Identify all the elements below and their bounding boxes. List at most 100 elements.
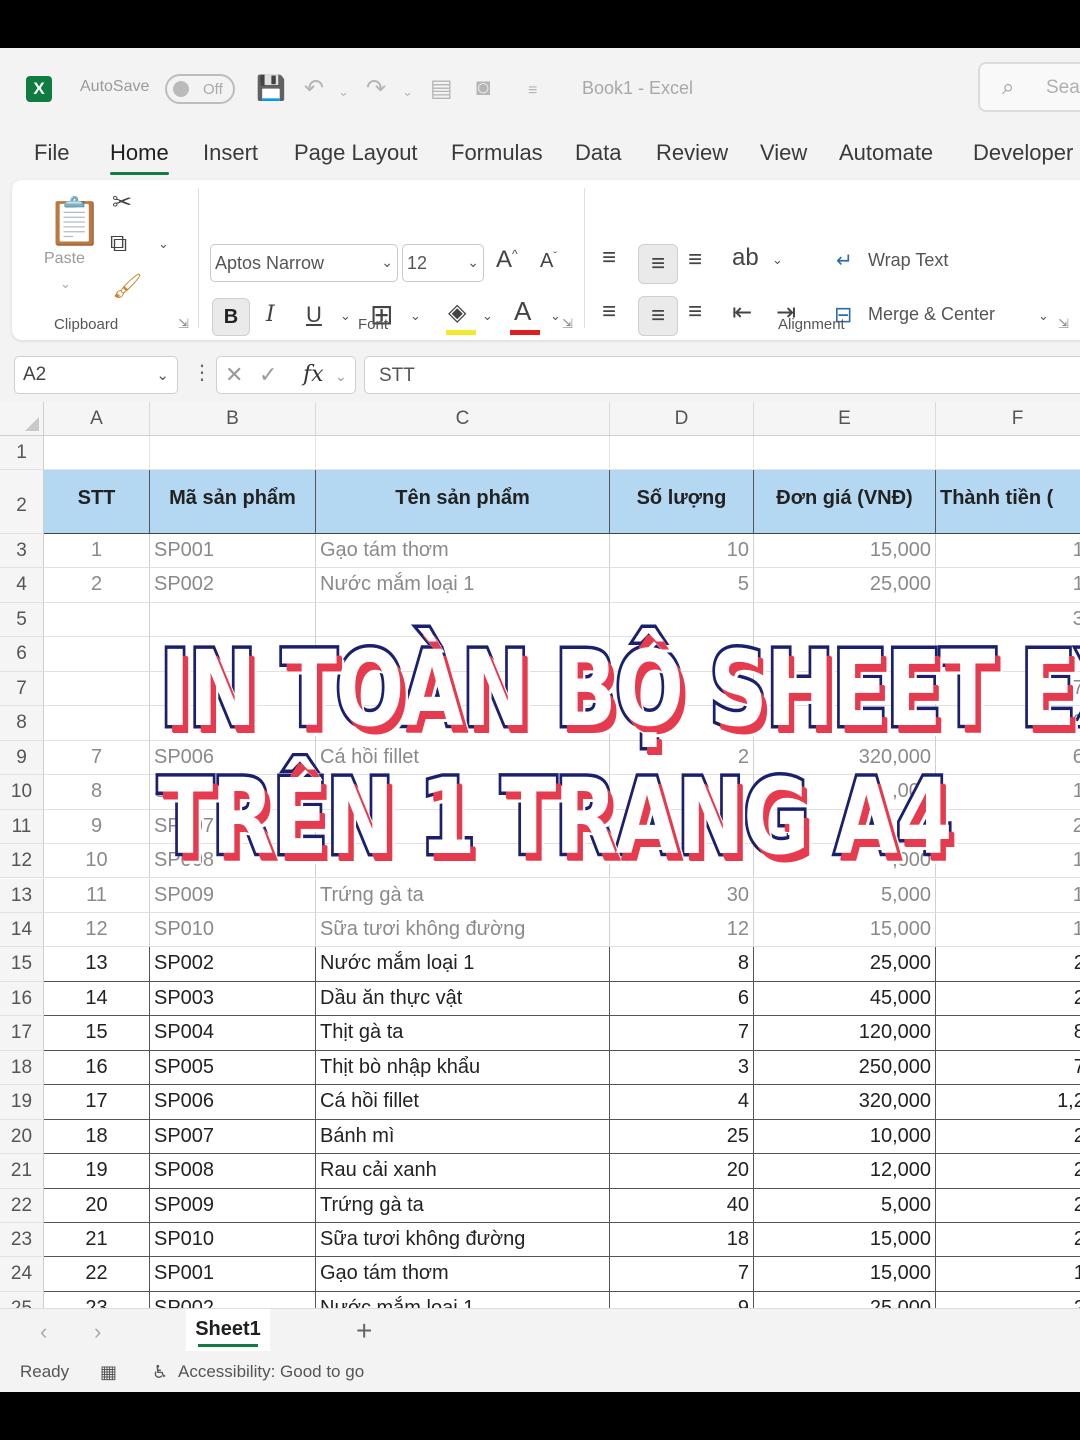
tab-automate[interactable]: Automate <box>839 140 933 166</box>
row-header[interactable]: 20 <box>0 1119 44 1155</box>
align-left-icon[interactable]: ≡ <box>602 298 616 326</box>
cell-product-name[interactable] <box>316 671 610 707</box>
row-header[interactable]: 14 <box>0 912 44 948</box>
cell-product-name[interactable] <box>316 775 610 810</box>
align-right-icon[interactable]: ≡ <box>688 298 702 326</box>
cell-quantity[interactable] <box>610 775 754 810</box>
cell-product-code[interactable]: SP003 <box>150 981 316 1017</box>
row-header[interactable]: 5 <box>0 602 44 638</box>
cell-total[interactable]: 10 <box>936 775 1080 810</box>
cell-stt[interactable] <box>44 706 150 741</box>
tab-page-layout[interactable]: Page Layout <box>294 140 418 166</box>
cell-total[interactable]: 20 <box>936 1189 1080 1223</box>
enter-icon[interactable]: ✓ <box>259 362 277 388</box>
cell-total[interactable]: 15 <box>936 879 1080 913</box>
cell-stt[interactable]: 19 <box>44 1154 150 1189</box>
empty-cell[interactable] <box>936 436 1080 470</box>
cell-product-code[interactable]: SP001 <box>150 1257 316 1292</box>
cell-product-code[interactable]: SP007 <box>150 1119 316 1155</box>
header-cell-product-code[interactable]: Mã sản phẩm <box>150 470 316 534</box>
align-center-icon[interactable]: ≡ <box>638 296 678 336</box>
copy-icon[interactable]: ⧉ <box>110 230 127 258</box>
tab-developer[interactable]: Developer <box>973 140 1073 166</box>
tab-insert[interactable]: Insert <box>203 140 258 166</box>
status-accessibility[interactable]: Accessibility: Good to go <box>178 1362 364 1382</box>
cell-unit-price[interactable]: 5,000 <box>754 1188 936 1223</box>
sheet-tab-sheet1[interactable]: Sheet1 <box>186 1309 270 1351</box>
row-header[interactable]: 22 <box>0 1188 44 1223</box>
borders-dropdown-icon[interactable]: ⌄ <box>410 308 421 324</box>
cell-total[interactable]: 18 <box>936 913 1080 948</box>
cell-stt[interactable] <box>44 602 150 638</box>
header-cell-total[interactable]: Thành tiền ( <box>936 470 1080 534</box>
increase-font-icon[interactable]: A^ <box>496 246 518 274</box>
tab-formulas[interactable]: Formulas <box>451 140 543 166</box>
cell-product-name[interactable]: Trứng gà ta <box>316 1188 610 1223</box>
row-header[interactable]: 7 <box>0 671 44 707</box>
cell-unit-price[interactable]: 25,000 <box>754 1291 936 1308</box>
chevron-right-icon[interactable]: › <box>94 1319 101 1345</box>
cell-quantity[interactable]: 8 <box>610 947 754 982</box>
row-header[interactable]: 8 <box>0 706 44 741</box>
cell-total[interactable]: 75 <box>936 1051 1080 1086</box>
camera-icon[interactable]: ◙ <box>476 74 491 102</box>
alignment-launcher-icon[interactable]: ⇲ <box>1058 316 1069 332</box>
row-header[interactable]: 18 <box>0 1050 44 1086</box>
row-header[interactable]: 9 <box>0 740 44 776</box>
cell-stt[interactable]: 22 <box>44 1257 150 1292</box>
worksheet-grid[interactable]: A B C D E F 1 2 3 4 5 6 7 8 9 10 11 12 13 14 15 16 17 18 19 20 21 2… <box>0 402 1080 1308</box>
copy-dropdown-icon[interactable]: ⌄ <box>158 236 169 252</box>
cell-stt[interactable]: 16 <box>44 1050 150 1086</box>
tab-review[interactable]: Review <box>656 140 728 166</box>
column-header-e[interactable]: E <box>754 402 936 436</box>
cell-product-name[interactable]: Thịt gà ta <box>316 1016 610 1051</box>
empty-cell[interactable] <box>44 436 150 470</box>
cell-product-code[interactable]: SP010 <box>150 1223 316 1258</box>
align-bottom-icon[interactable]: ≡ <box>688 246 702 274</box>
row-header[interactable]: 4 <box>0 568 44 603</box>
cut-icon[interactable]: ✂ <box>112 188 132 217</box>
cell-stt[interactable]: 12 <box>44 912 150 948</box>
cell-product-code[interactable] <box>150 637 316 672</box>
font-launcher-icon[interactable]: ⇲ <box>562 316 573 332</box>
cell-stt[interactable]: 17 <box>44 1085 150 1120</box>
cell-unit-price[interactable]: 320,000 <box>754 1085 936 1120</box>
align-top-icon[interactable]: ≡ <box>602 244 616 272</box>
tab-home[interactable]: Home <box>110 140 169 175</box>
cell-stt[interactable] <box>44 671 150 707</box>
cell-quantity[interactable]: 3 <box>610 1050 754 1086</box>
row-header[interactable]: 23 <box>0 1223 44 1258</box>
cell-stt[interactable]: 8 <box>44 775 150 810</box>
undo-icon[interactable]: ↶ <box>304 74 324 103</box>
cell-product-name[interactable]: Nước mắm loại 1 <box>316 568 610 603</box>
cell-quantity[interactable]: 9 <box>610 1291 754 1308</box>
decrease-font-icon[interactable]: Aˇ <box>540 250 557 273</box>
cell-unit-price[interactable]: 12,000 <box>754 1154 936 1189</box>
row-header[interactable]: 15 <box>0 947 44 982</box>
cell-product-name[interactable] <box>316 637 610 672</box>
tab-view[interactable]: View <box>760 140 807 166</box>
cell-total[interactable]: 18 <box>936 844 1080 879</box>
cell-total[interactable]: 20 <box>936 810 1080 845</box>
cell-quantity[interactable] <box>610 809 754 845</box>
cell-quantity[interactable]: 18 <box>610 1223 754 1258</box>
chevron-down-icon[interactable]: ⌄ <box>335 368 347 385</box>
font-color-dropdown-icon[interactable]: ⌄ <box>550 308 561 324</box>
cell-product-name[interactable] <box>316 602 610 638</box>
cell-unit-price[interactable]: 000 <box>754 809 936 845</box>
cell-product-code[interactable] <box>150 602 316 638</box>
cell-product-name[interactable]: Gạo tám thơm <box>316 534 610 569</box>
cell-quantity[interactable] <box>610 602 754 638</box>
cell-product-name[interactable]: Gạo tám thơm <box>316 1257 610 1292</box>
customize-qat-icon[interactable]: ≡ <box>528 82 537 100</box>
cell-quantity[interactable]: 4 <box>610 1085 754 1120</box>
merge-center-button[interactable]: Merge & Center <box>868 304 995 325</box>
cell-quantity[interactable]: 7 <box>610 1016 754 1051</box>
save-icon[interactable]: 💾 <box>256 74 286 103</box>
column-header-b[interactable]: B <box>150 402 316 436</box>
row-header[interactable]: 6 <box>0 637 44 672</box>
tab-file[interactable]: File <box>34 140 69 166</box>
cell-product-code[interactable]: SP006 <box>150 740 316 776</box>
cell-total[interactable]: 22 <box>936 1292 1080 1308</box>
cell-unit-price[interactable]: 25,000 <box>754 947 936 982</box>
